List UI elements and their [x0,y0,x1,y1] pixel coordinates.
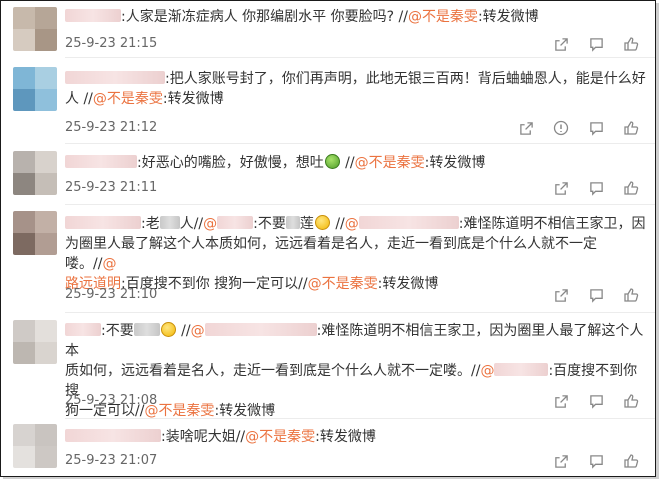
comment-timestamp: 25-9-23 21:12 [65,120,158,135]
like-icon[interactable] [623,453,639,469]
comment-text-part: :转发微博 [477,9,539,25]
comment-actions [553,178,639,198]
comment-text-part: // [176,323,191,339]
mention-link[interactable]: @ [102,256,116,272]
comment-actions [553,391,639,411]
redacted-username[interactable] [65,323,101,336]
comment-text-part: :装啥呢大姐// [161,429,246,445]
comment-text-part: :转发微博 [214,403,276,419]
redacted-username[interactable] [65,71,165,84]
comment-text: :好恶心的嘴脸，好傲慢，想吐 //@不是秦雯:转发微博 [65,153,647,173]
redacted-text [285,216,300,229]
comment-actions [553,451,639,471]
sick-face-emoji-icon [324,154,340,169]
redacted-username[interactable] [65,155,137,168]
comment-text-part: :不要 [101,323,134,339]
comment-text-part: :老 [141,216,160,232]
divider [65,143,655,144]
smile-emoji-icon [314,215,330,230]
mention-link[interactable]: @不是秦雯 [93,91,163,107]
like-icon[interactable] [623,393,639,409]
comment-timestamp: 25-9-23 21:07 [65,453,158,468]
mention-link[interactable]: @ [191,323,205,339]
mention-link[interactable]: @不是秦雯 [245,429,315,445]
comment-icon[interactable] [588,36,604,52]
share-icon[interactable] [553,180,569,196]
comment-feed: :人家是渐冻症病人 你那编剧水平 你要脸吗? //@不是秦雯:转发微博 25-9… [0,0,656,477]
share-icon[interactable] [553,393,569,409]
share-icon[interactable] [553,36,569,52]
share-icon[interactable] [553,287,569,303]
avatar[interactable] [13,7,57,51]
comment-timestamp: 25-9-23 21:08 [65,393,158,408]
comment-text-part: // [340,155,355,171]
comment-text: :人家是渐冻症病人 你那编剧水平 你要脸吗? //@不是秦雯:转发微博 [65,7,647,27]
comment-actions [553,34,639,54]
comment-text: :老 人//@:不要莲 //@:难怪陈道明不相信王家卫，因 为圈里人最了解这个人本质… [65,214,647,294]
comment-text-part: :把人家账号封了，你们再声明，此地无银三百两！背后蛐蛐恩人，能是什么好 [165,71,646,87]
redacted-username[interactable] [358,216,459,229]
redacted-username[interactable] [494,363,549,376]
like-icon[interactable] [623,287,639,303]
comment-icon[interactable] [588,120,604,136]
redacted-username[interactable] [217,216,254,229]
divider [65,57,655,58]
mention-link[interactable]: @不是秦雯 [408,9,478,25]
mention-link[interactable]: @ [345,216,359,232]
like-icon[interactable] [623,120,639,136]
redacted-text [133,323,160,336]
comment-icon[interactable] [588,287,604,303]
mention-link[interactable]: @不是秦雯 [355,155,425,171]
divider [65,312,655,313]
redacted-text [159,216,180,229]
redacted-username[interactable] [65,429,161,442]
comment-actions [518,118,639,138]
divider [65,418,655,419]
comment-text-part: :人家是渐冻症病人 你那编剧水平 你要脸吗? // [121,9,408,25]
comment-timestamp: 25-9-23 21:15 [65,36,158,51]
avatar[interactable] [13,424,57,468]
smile-emoji-icon [160,322,176,337]
redacted-username[interactable] [204,323,317,336]
avatar[interactable] [13,320,57,364]
comment-icon[interactable] [588,180,604,196]
comment-text-part: // [330,216,345,232]
comment-timestamp: 25-9-23 21:11 [65,180,158,195]
mention-link[interactable]: @ [480,363,494,379]
comment-text-part: 为圈里人最了解这个人本质如何，远远看着是名人，走近一看到底是个什么人就不一定喽。… [65,236,597,272]
avatar[interactable] [13,211,57,255]
mention-link[interactable]: @不是秦雯 [308,276,378,292]
like-icon[interactable] [623,180,639,196]
comment-text-part: 质如何，远远看着是名人，走近一看到底是个什么人就不一定喽。// [65,363,481,379]
share-icon[interactable] [518,120,534,136]
comment-text-part: :转发微博 [377,276,439,292]
comment-text-part: :难怪陈道明不相信王家卫，因 [458,216,646,232]
comment-text: :把人家账号封了，你们再声明，此地无银三百两！背后蛐蛐恩人，能是什么好人 //@… [65,69,647,109]
comment-text-part: :转发微博 [424,155,486,171]
info-icon[interactable] [553,120,569,136]
redacted-username[interactable] [65,9,121,22]
comment-text-part: 人// [179,216,204,232]
share-icon[interactable] [553,453,569,469]
divider [65,204,655,205]
comment-text-part: :转发微博 [162,91,224,107]
comment-text-part: :不要 [253,216,286,232]
comment-text-part: 莲 [299,216,314,232]
mention-link[interactable]: @ [203,216,217,232]
comment-timestamp: 25-9-23 21:10 [65,287,158,302]
comment-text: :装啥呢大姐//@不是秦雯:转发微博 [65,427,647,447]
comment-text-part: :好恶心的嘴脸，好傲慢，想吐 [137,155,324,171]
comment-text-part: :转发微博 [315,429,376,445]
comment-actions [553,285,639,305]
like-icon[interactable] [623,36,639,52]
avatar[interactable] [13,67,57,111]
comment-icon[interactable] [588,453,604,469]
avatar[interactable] [13,151,57,195]
comment-icon[interactable] [588,393,604,409]
redacted-username[interactable] [65,216,141,229]
comment-text-part: 人 // [65,91,93,107]
